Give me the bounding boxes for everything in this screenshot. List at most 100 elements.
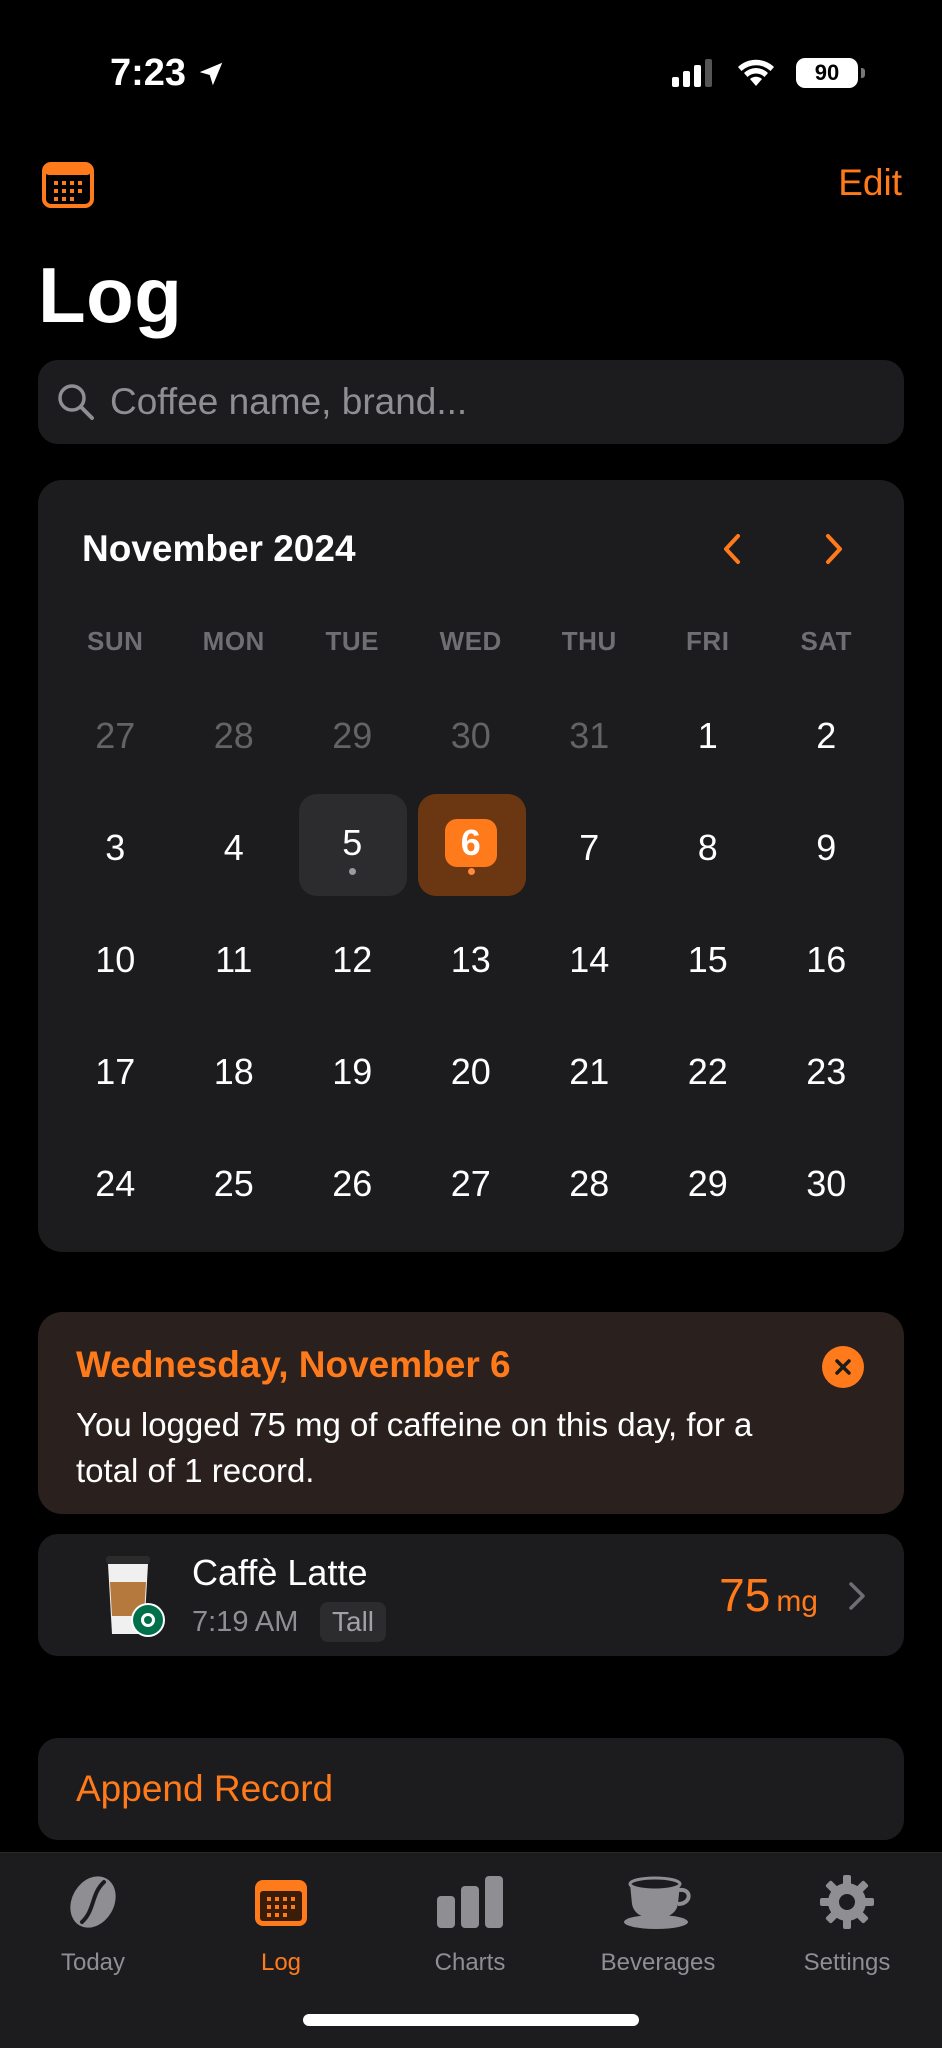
- search-input[interactable]: [110, 381, 870, 423]
- page-title: Log: [38, 251, 183, 339]
- record-row[interactable]: Caffè Latte 7:19 AM Tall 75 mg: [38, 1534, 904, 1656]
- calendar-day[interactable]: 21: [530, 1016, 649, 1128]
- calendar-week: 27 28 29 30 31 1 2: [56, 680, 886, 792]
- calendar-day[interactable]: 19: [293, 1016, 412, 1128]
- summary-date-title: Wednesday, November 6: [76, 1344, 511, 1385]
- weekday-label: TUE: [325, 626, 379, 656]
- calendar-day[interactable]: 16: [767, 904, 886, 1016]
- close-icon: [835, 1359, 851, 1375]
- calendar-icon: [255, 1880, 307, 1926]
- calendar-week: 10 11 12 13 14 15 16: [56, 904, 886, 1016]
- calendar-day[interactable]: 11: [175, 904, 294, 1016]
- tab-label: Beverages: [600, 1949, 716, 1976]
- summary-description: You logged 75 mg of caffeine on this day…: [76, 1406, 753, 1489]
- close-summary-button[interactable]: [822, 1346, 864, 1388]
- calendar-day[interactable]: 15: [649, 904, 768, 1016]
- calendar-day[interactable]: 23: [767, 1016, 886, 1128]
- chevron-left-icon: [724, 534, 740, 564]
- calendar-day[interactable]: 27: [56, 680, 175, 792]
- calendar-day[interactable]: 8: [649, 792, 768, 904]
- search-bar[interactable]: [38, 360, 904, 444]
- coffee-cup-icon: [624, 1876, 691, 1929]
- append-record-label: Append Record: [76, 1768, 334, 1809]
- calendar-day[interactable]: 13: [412, 904, 531, 1016]
- calendar-day[interactable]: 28: [530, 1128, 649, 1240]
- calendar-day[interactable]: 30: [767, 1128, 886, 1240]
- calendar-day[interactable]: 25: [175, 1128, 294, 1240]
- calendar-card: November 2024 SUN MON TUE WED THU FRI SA…: [38, 480, 904, 1252]
- log-screen: 7:23 90 Edit Log Coffee name, brand... N…: [0, 0, 942, 2048]
- record-amount-unit: mg: [776, 1585, 818, 1618]
- calendar-day[interactable]: 26: [293, 1128, 412, 1240]
- tab-beverages[interactable]: Beverages: [578, 1871, 738, 1977]
- tab-label: Settings: [803, 1949, 891, 1976]
- calendar-day-selected[interactable]: 6: [412, 792, 531, 904]
- calendar-button[interactable]: [42, 160, 94, 208]
- calendar-week: 17 18 19 20 21 22 23: [56, 1016, 886, 1128]
- calendar-day-logged[interactable]: 5: [293, 792, 412, 904]
- calendar-day[interactable]: 31: [530, 680, 649, 792]
- month-label: November 2024: [82, 528, 356, 569]
- calendar-day[interactable]: 9: [767, 792, 886, 904]
- record-time: 7:19 AM: [192, 1606, 299, 1638]
- log-dot-indicator: [467, 868, 475, 875]
- calendar-day[interactable]: 24: [56, 1128, 175, 1240]
- tab-today[interactable]: Today: [13, 1871, 173, 1977]
- calendar-day[interactable]: 30: [412, 680, 531, 792]
- weekday-label: SAT: [800, 626, 853, 656]
- calendar-day[interactable]: 2: [767, 680, 886, 792]
- location-arrow-icon: [199, 62, 223, 85]
- calendar-day[interactable]: 14: [530, 904, 649, 1016]
- weekday-label: SUN: [87, 626, 144, 656]
- cellular-signal-icon: [672, 59, 712, 87]
- calendar-day[interactable]: 27: [412, 1128, 531, 1240]
- battery-level: 90: [814, 60, 840, 85]
- calendar-day[interactable]: 29: [293, 680, 412, 792]
- home-indicator[interactable]: [303, 2014, 639, 2026]
- tab-label: Log: [260, 1949, 302, 1976]
- calendar-day[interactable]: 10: [56, 904, 175, 1016]
- record-caffeine-amount: 75 mg: [719, 1568, 818, 1622]
- calendar-day[interactable]: 29: [649, 1128, 768, 1240]
- previous-month-button[interactable]: [708, 524, 758, 574]
- next-month-button[interactable]: [808, 524, 858, 574]
- weekday-label: FRI: [686, 626, 730, 656]
- weekday-header: SUN MON TUE WED THU FRI SAT: [38, 626, 904, 657]
- tab-log[interactable]: Log: [201, 1871, 361, 1977]
- calendar-day[interactable]: 7: [530, 792, 649, 904]
- calendar-day[interactable]: 28: [175, 680, 294, 792]
- calendar-day[interactable]: 17: [56, 1016, 175, 1128]
- calendar-day[interactable]: 3: [56, 792, 175, 904]
- calendar-day[interactable]: 20: [412, 1016, 531, 1128]
- coffee-cup-icon: [106, 1556, 165, 1637]
- calendar-day[interactable]: 12: [293, 904, 412, 1016]
- calendar-day[interactable]: 18: [175, 1016, 294, 1128]
- day-summary-card: Wednesday, November 6 You logged 75 mg o…: [38, 1312, 904, 1514]
- gear-icon: [820, 1875, 874, 1929]
- tab-settings[interactable]: Settings: [767, 1871, 927, 1977]
- search-icon: [58, 384, 94, 420]
- calendar-day[interactable]: 22: [649, 1016, 768, 1128]
- coffee-bean-icon: [70, 1876, 116, 1928]
- record-amount-value: 75: [719, 1569, 771, 1621]
- calendar-grid: 27 28 29 30 31 1 2 3 4 5 6 7 8 9 10 11 1…: [56, 680, 886, 1240]
- calendar-week: 3 4 5 6 7 8 9: [56, 792, 886, 904]
- status-bar-left: 7:23: [110, 52, 226, 95]
- edit-button[interactable]: Edit: [838, 162, 902, 204]
- battery-indicator: 90: [796, 58, 865, 88]
- weekday-label: THU: [561, 626, 617, 656]
- record-name: Caffè Latte: [192, 1552, 368, 1593]
- bar-chart-icon: [437, 1876, 503, 1928]
- calendar-icon: [42, 162, 94, 208]
- calendar-week: 24 25 26 27 28 29 30: [56, 1128, 886, 1240]
- calendar-day[interactable]: 1: [649, 680, 768, 792]
- chevron-right-icon: [826, 534, 842, 564]
- wifi-icon: [738, 59, 774, 86]
- status-time: 7:23: [110, 52, 187, 94]
- append-record-button[interactable]: Append Record: [38, 1738, 904, 1840]
- weekday-label: MON: [202, 626, 265, 656]
- tab-charts[interactable]: Charts: [390, 1871, 550, 1977]
- weekday-label: WED: [439, 626, 502, 656]
- log-dot-indicator: [349, 868, 356, 875]
- calendar-day[interactable]: 4: [175, 792, 294, 904]
